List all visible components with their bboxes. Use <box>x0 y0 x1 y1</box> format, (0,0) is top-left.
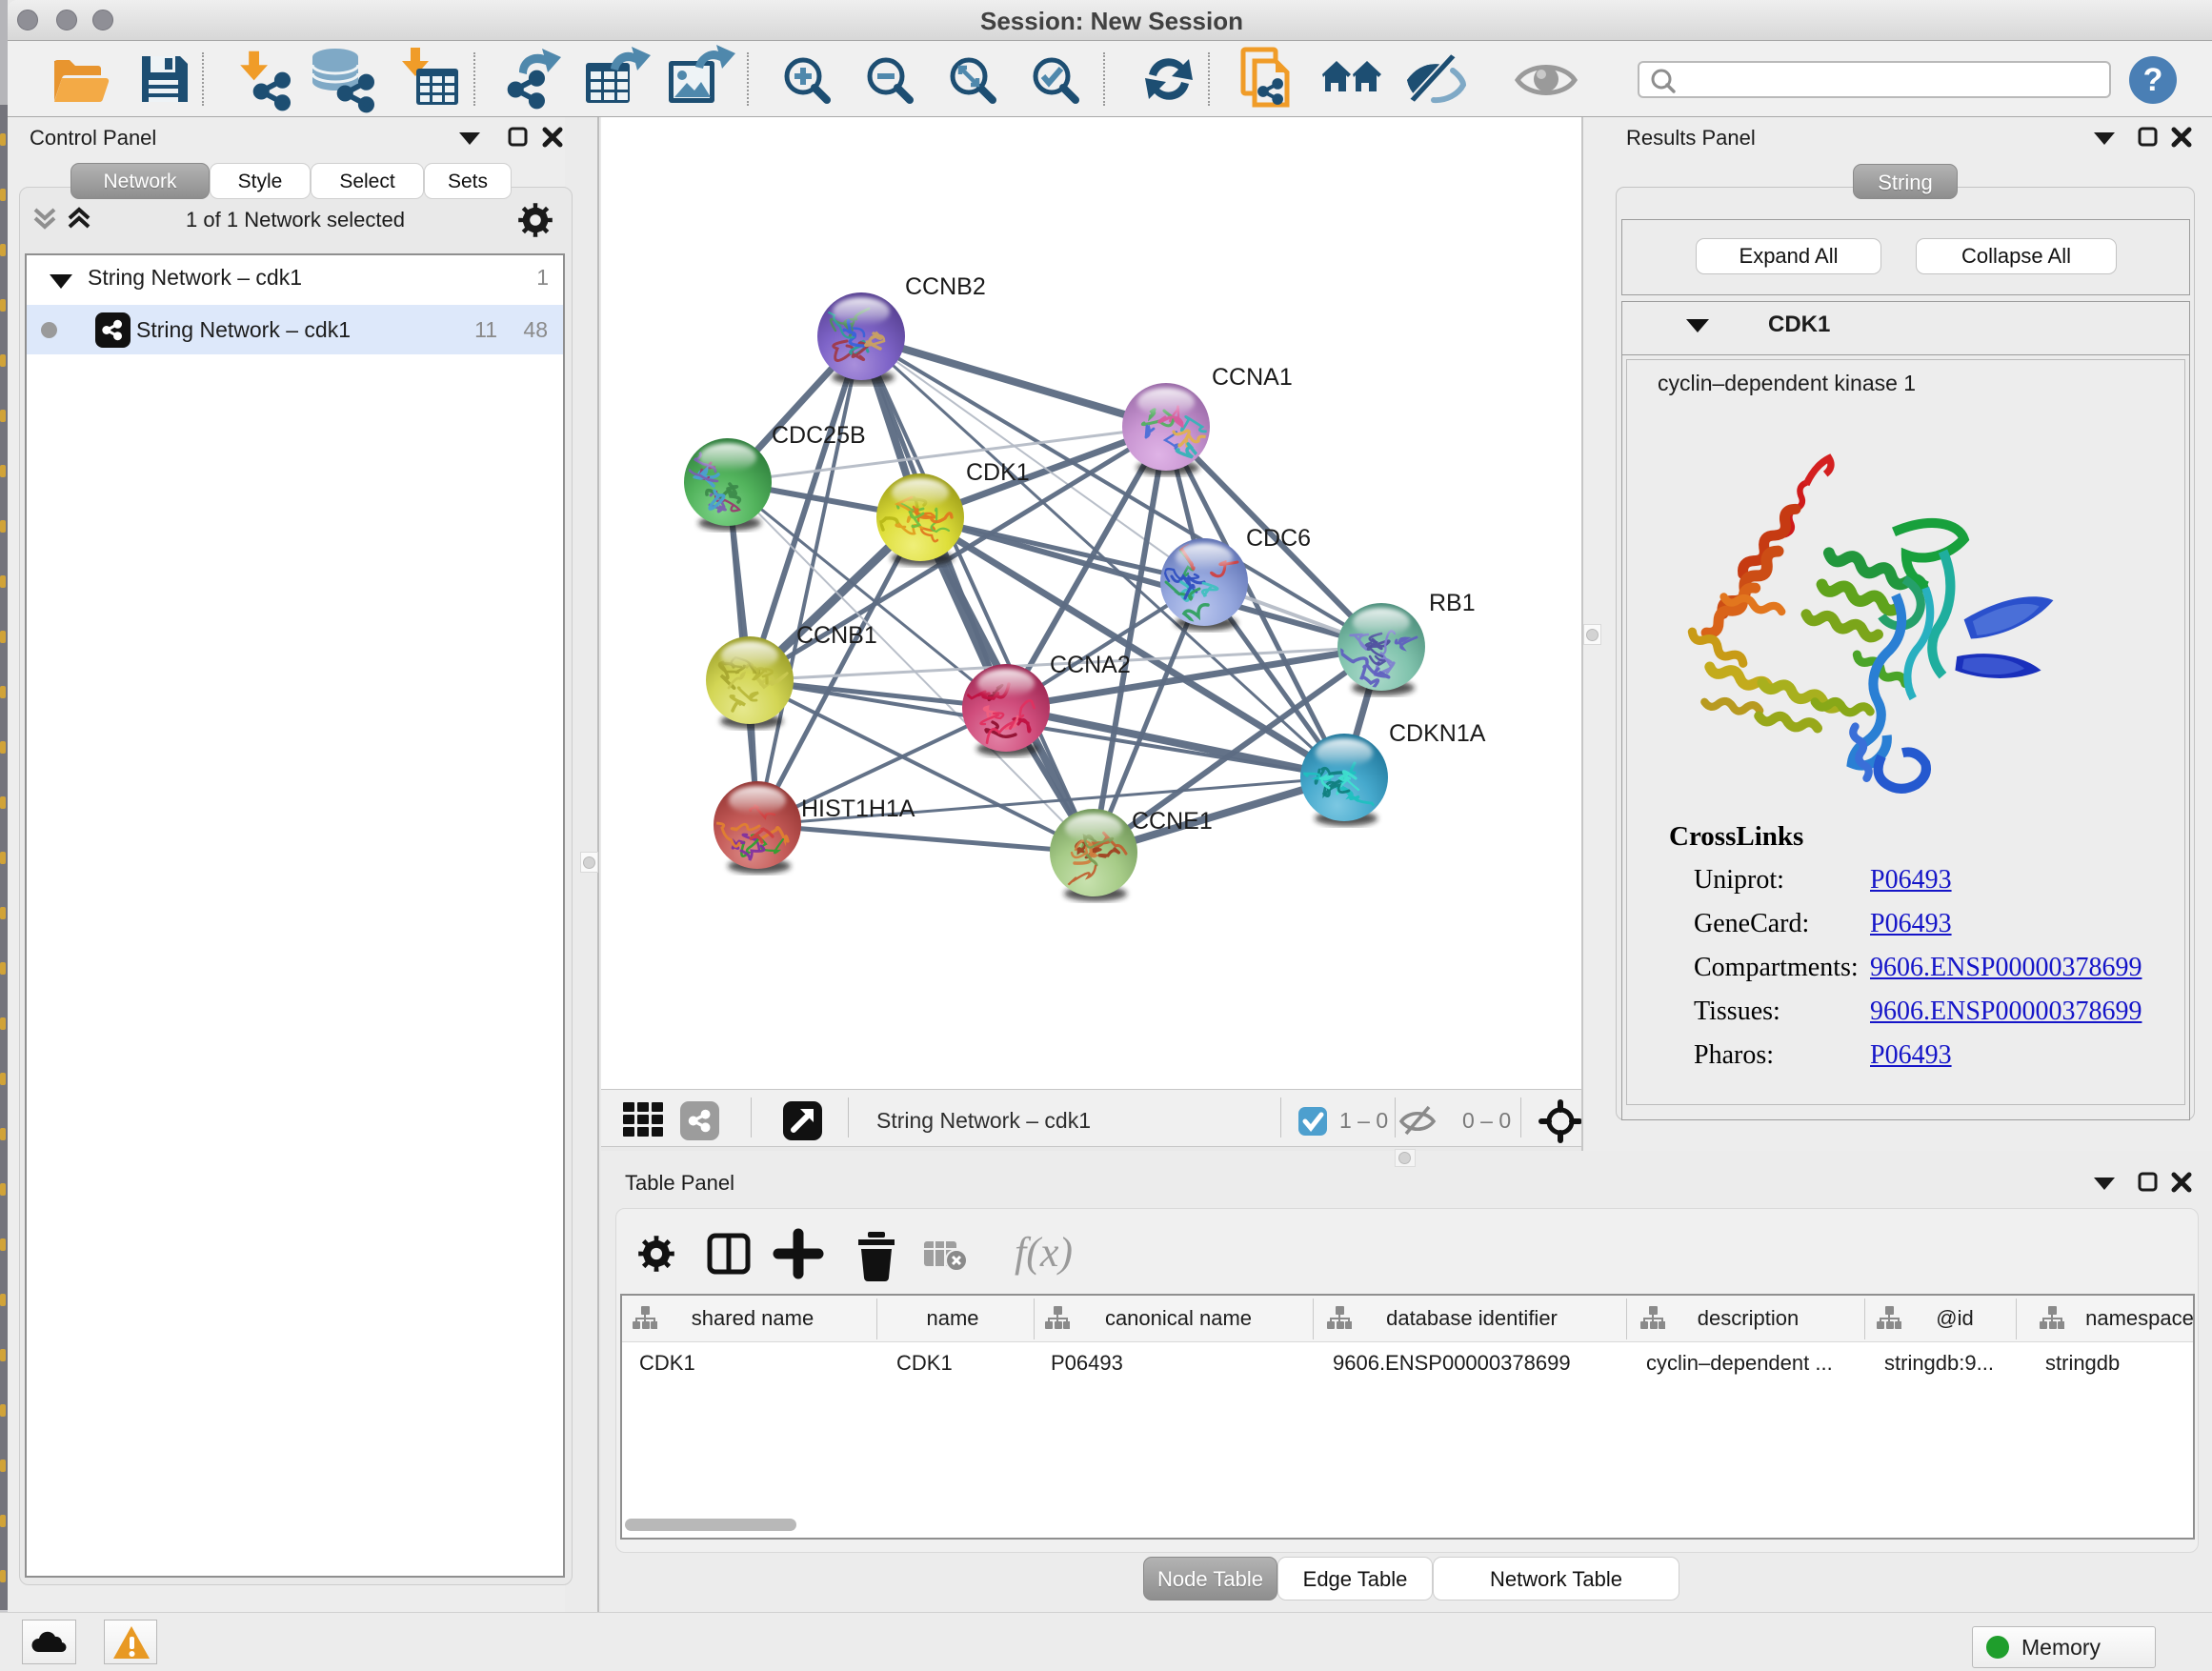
svg-text:CCNA2: CCNA2 <box>1050 652 1131 678</box>
svg-text:CCNE1: CCNE1 <box>1132 808 1213 835</box>
svg-text:CCNB1: CCNB1 <box>796 622 877 649</box>
svg-text:HIST1H1A: HIST1H1A <box>801 795 915 822</box>
svg-text:RB1: RB1 <box>1429 590 1476 616</box>
svg-text:CDKN1A: CDKN1A <box>1389 720 1486 747</box>
svg-text:CDK1: CDK1 <box>966 459 1030 486</box>
svg-text:CCNA1: CCNA1 <box>1212 364 1293 391</box>
svg-text:?: ? <box>2143 62 2163 98</box>
svg-text:CDC6: CDC6 <box>1246 525 1311 552</box>
svg-text:CCNB2: CCNB2 <box>905 273 986 300</box>
svg-text:f(x): f(x) <box>1015 1229 1073 1276</box>
svg-text:CDC25B: CDC25B <box>772 422 866 449</box>
